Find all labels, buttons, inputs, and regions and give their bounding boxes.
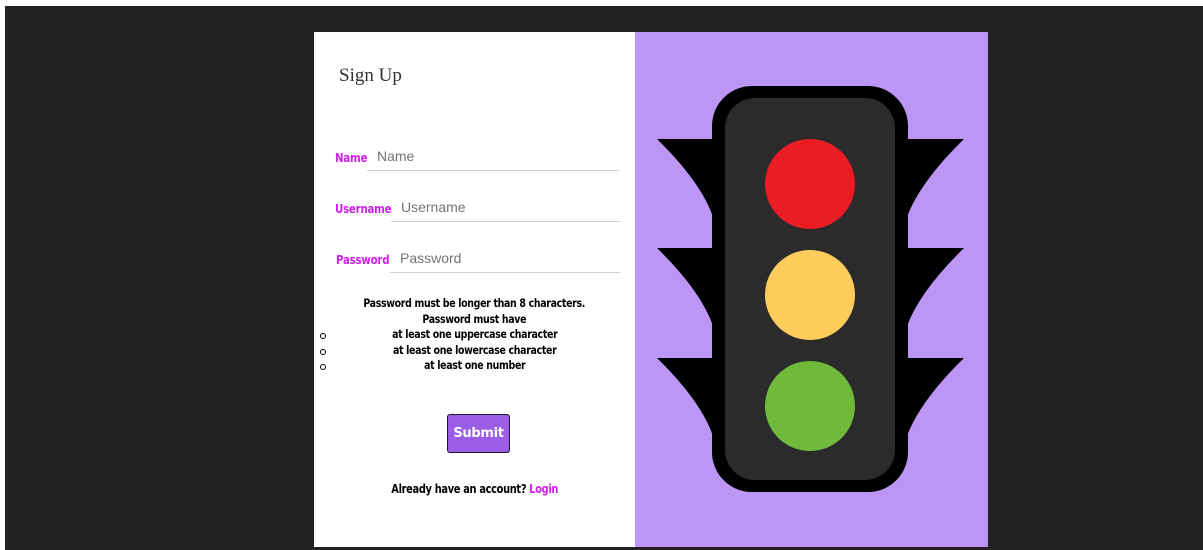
red-light [765,139,855,229]
traffic-light-wing [907,358,964,436]
illustration-panel [635,32,988,547]
traffic-light-wing [657,139,713,217]
yellow-light [765,250,855,340]
password-requirements: Password must be longer than 8 character… [314,296,635,374]
signup-form-panel: Sign Up Name Username Password Password … [314,32,635,547]
traffic-light-wing [657,248,713,326]
bullet-icon [320,348,326,355]
page-title: Sign Up [339,65,402,86]
traffic-light-icon [657,86,964,492]
password-field[interactable] [390,243,620,273]
bullet-icon [320,333,326,339]
password-rule-item: at least one uppercase character [314,327,635,343]
password-label: Password [336,252,390,267]
login-link[interactable]: Login [529,482,558,496]
username-label: Username [335,201,392,216]
traffic-light-wing [907,248,964,326]
password-rule-item: at least one number [314,358,635,374]
submit-button[interactable]: Submit [447,414,510,453]
bullet-icon [320,364,326,370]
login-prompt: Already have an account? Login [314,482,635,496]
password-rule-length: Password must be longer than 8 character… [363,296,586,310]
name-label: Name [335,150,368,165]
password-rule-heading: Password must have [422,311,527,326]
traffic-light-wing [907,139,964,217]
traffic-light-wing [657,358,713,436]
username-field[interactable] [391,192,620,222]
name-field[interactable] [367,141,619,171]
green-light [765,361,855,451]
password-rule-item: at least one lowercase character [314,343,635,359]
login-prompt-text: Already have an account? [391,482,526,496]
